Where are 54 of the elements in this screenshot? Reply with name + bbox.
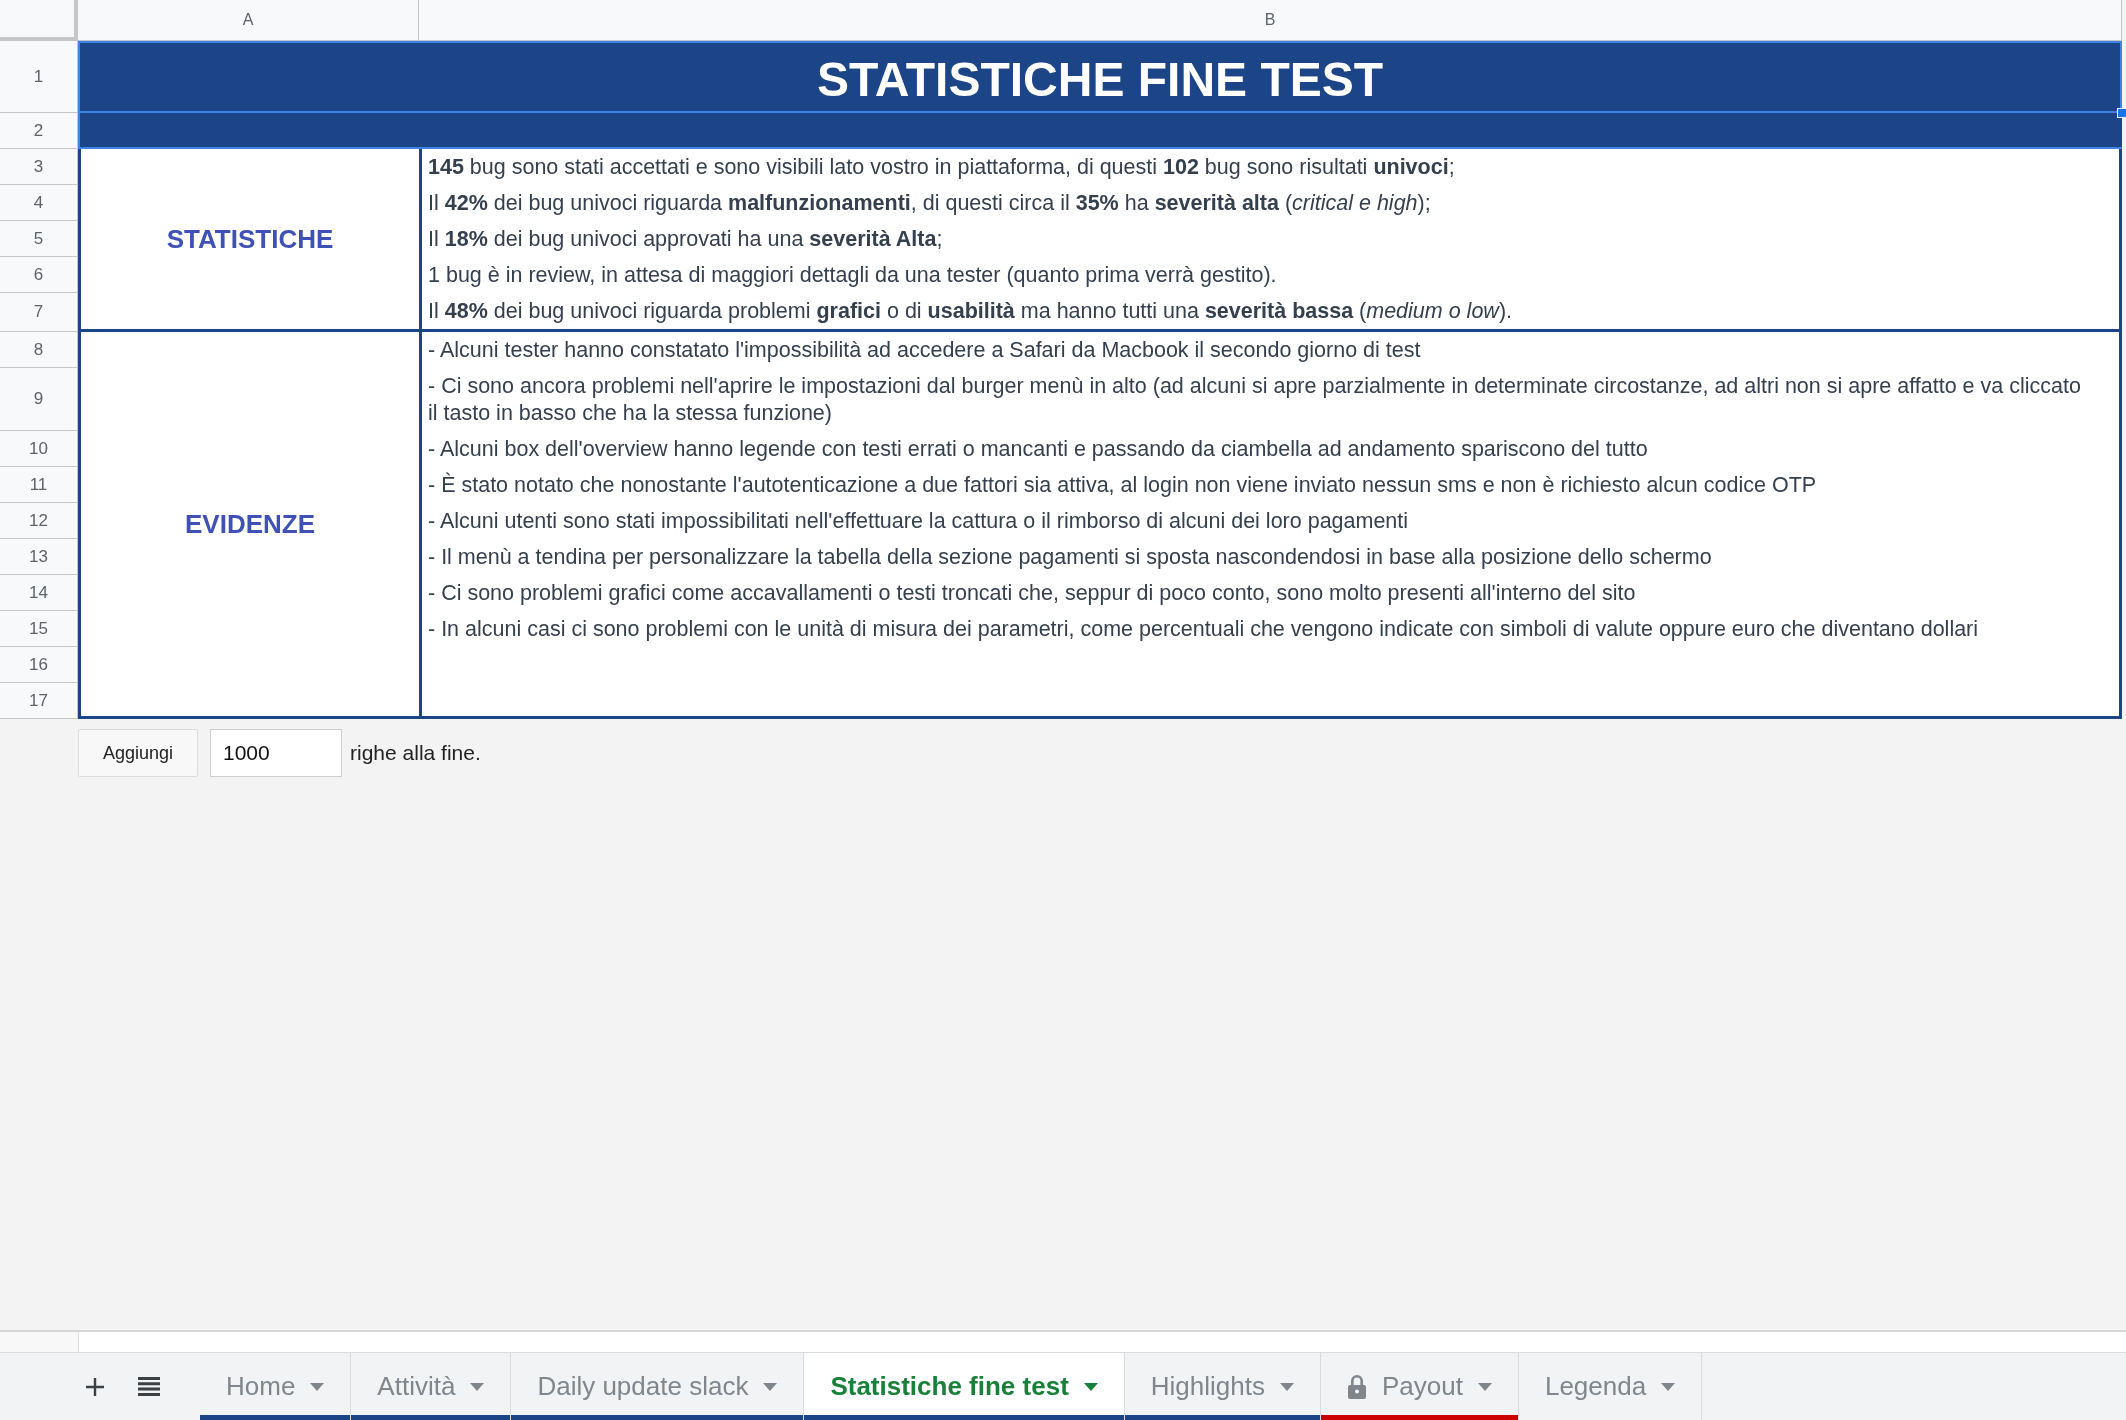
sheet-cell-text: - Ci sono problemi grafici come accavallamenti o testi troncati che, seppur di poco conto, sono molto presenti all'interno del sito bbox=[427, 580, 1637, 607]
row-number: 15 bbox=[0, 611, 78, 647]
row-number: 12 bbox=[0, 503, 78, 539]
sheet-tab[interactable]: Attività bbox=[351, 1353, 512, 1420]
sheet-tab[interactable]: Highlights bbox=[1124, 1353, 1321, 1420]
sheet-tab[interactable]: Home bbox=[200, 1353, 352, 1420]
column-header: A bbox=[78, 0, 419, 41]
row-number: 5 bbox=[0, 221, 78, 257]
sheet-cell-text: - Alcuni tester hanno constatato l'impossibilità ad accedere a Safari da Macbook il secondo giorno di test bbox=[427, 337, 1422, 364]
list-icon bbox=[138, 1377, 160, 1396]
column-header: B bbox=[419, 0, 2122, 41]
caret-icon bbox=[310, 1382, 325, 1391]
row-number: 4 bbox=[0, 185, 78, 221]
sheet-cell-text: - È stato notato che nonostante l'autotenticazione a due fattori sia attiva, al login non viene inviato nessun sms e non è richiesto alcun codice OTP bbox=[427, 471, 1818, 499]
caret-icon bbox=[1661, 1382, 1676, 1391]
row-number: 11 bbox=[0, 467, 78, 503]
row-number: 2 bbox=[0, 113, 78, 149]
add-rows-label: righe alla fine. bbox=[350, 741, 481, 765]
title-cell: STATISTICHE FINE TEST bbox=[78, 41, 2122, 113]
fill-handle[interactable] bbox=[2117, 108, 2126, 118]
sheet-cell-text: Il 48% dei bug univoci riguarda problemi grafici o di usabilità ma hanno tutti una severità bassa (medium o low). bbox=[427, 298, 1514, 325]
sheet-tab[interactable]: Payout bbox=[1320, 1353, 1519, 1420]
sheet-tab[interactable]: Statistiche fine test bbox=[804, 1353, 1125, 1420]
row-number: 6 bbox=[0, 257, 78, 293]
sheet-cell-text: - Alcuni box dell'overview hanno legende con testi errati o mancanti e passando da ciambella ad andamento spariscono del tutto bbox=[427, 436, 1649, 463]
row-number: 13 bbox=[0, 539, 78, 575]
sheet-cell-text: - Ci sono ancora problemi nell'aprire le impostazioni dal burger menù in alto (ad alcuni si apre parzialmente in determinate circostanze, ad altri non si apre affatto e va cliccato il tasto in basso che ha la stessa funzione) bbox=[427, 373, 2082, 427]
row-count-field[interactable]: 1000 bbox=[210, 729, 342, 777]
row-number: 7 bbox=[0, 293, 78, 332]
sheet-cell-text: 1 bug è in review, in attesa di maggiori dettagli da una tester (quanto prima verrà gestito). bbox=[427, 262, 1278, 289]
sheet-tab[interactable]: Daily update slack bbox=[511, 1353, 805, 1420]
sheet-cell-text: - Il menù a tendina per personalizzare la tabella della sezione pagamenti si sposta nascondendosi in base alla posizione dello schermo bbox=[427, 544, 1713, 571]
row-number: 14 bbox=[0, 575, 78, 611]
caret-icon bbox=[763, 1382, 778, 1391]
row-number: 9 bbox=[0, 368, 78, 431]
caret-icon bbox=[1083, 1382, 1098, 1391]
row-number: 16 bbox=[0, 647, 78, 683]
add-button[interactable]: Aggiungi bbox=[78, 729, 198, 777]
caret-icon bbox=[1279, 1382, 1294, 1391]
row-number: 1 bbox=[0, 41, 78, 113]
section-label: STATISTICHE bbox=[78, 149, 419, 332]
sheet-cell-text: - In alcuni casi ci sono problemi con le unità di misura dei parametri, come percentuali che vengono indicate con simboli di valute oppure euro che diventano dollari bbox=[427, 616, 1980, 643]
row-number: 17 bbox=[0, 683, 78, 719]
row-number: 10 bbox=[0, 431, 78, 467]
sheet-cell-text: 145 bug sono stati accettati e sono visibili lato vostro in piattaforma, di questi 102 bug sono risultati univoci; bbox=[427, 154, 1456, 181]
plus-icon bbox=[86, 1377, 104, 1396]
row-number: 3 bbox=[0, 149, 78, 185]
sheet-cell-text: - Alcuni utenti sono stati impossibilitati nell'effettuare la cattura o il rimborso di alcuni dei loro pagamenti bbox=[427, 508, 1410, 535]
sheet-cell-text: Il 18% dei bug univoci approvati ha una severità Alta; bbox=[427, 226, 944, 253]
caret-icon bbox=[1477, 1382, 1492, 1391]
row-number: 8 bbox=[0, 332, 78, 368]
caret-icon bbox=[470, 1382, 485, 1391]
section-label: EVIDENZE bbox=[78, 332, 419, 719]
sheet-cell-text: Il 42% dei bug univoci riguarda malfunzionamenti, di questi circa il 35% ha severità alta (critical e high); bbox=[427, 190, 1432, 217]
